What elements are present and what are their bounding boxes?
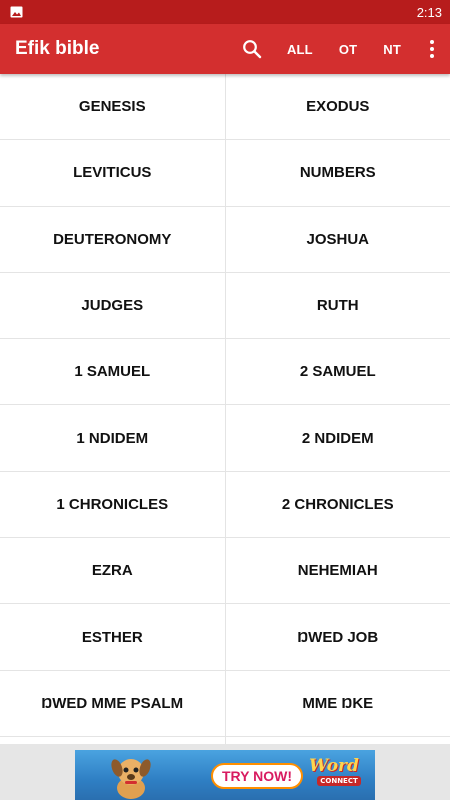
book-row: LEVITICUS NUMBERS: [0, 140, 450, 207]
book-item[interactable]: 1 CHRONICLES: [0, 471, 226, 538]
dog-mascot-icon: [111, 759, 151, 799]
book-item[interactable]: [226, 737, 450, 744]
book-item[interactable]: EXODUS: [226, 74, 450, 139]
search-button[interactable]: [234, 24, 270, 74]
ad-area: TRY NOW! Word CONNECT: [0, 744, 450, 800]
book-item[interactable]: DEUTERONOMY: [0, 206, 226, 272]
app-bar-actions: ALL OT NT: [234, 24, 450, 74]
filter-nt-button[interactable]: NT: [370, 24, 414, 74]
book-row: EZRA NEHEMIAH: [0, 538, 450, 605]
book-item[interactable]: ŊWED JOB: [226, 604, 450, 669]
book-grid: GENESIS EXODUS LEVITICUS NUMBERS DEUTERO…: [0, 74, 450, 744]
book-row: DEUTERONOMY JOSHUA: [0, 206, 450, 273]
search-icon: [243, 40, 262, 59]
book-row: JUDGES RUTH: [0, 272, 450, 340]
book-item[interactable]: MME ŊKE: [226, 671, 450, 736]
image-icon: [10, 6, 23, 18]
more-vert-icon: [430, 39, 434, 60]
status-time: 2:13: [416, 4, 442, 20]
app-bar: Efik bible ALL OT NT: [0, 24, 450, 74]
book-row: ŊWED MME PSALM MME ŊKE: [0, 670, 450, 737]
book-item[interactable]: 1 SAMUEL: [0, 339, 226, 405]
book-row: 1 NDIDEM 2 NDIDEM: [0, 405, 450, 472]
book-row: 1 SAMUEL 2 SAMUEL: [0, 339, 450, 406]
ad-logo: Word CONNECT: [309, 756, 369, 794]
ad-logo-text: Word: [309, 756, 359, 776]
app-title: Efik bible: [15, 38, 100, 59]
book-item[interactable]: NEHEMIAH: [226, 538, 450, 603]
book-item[interactable]: 2 NDIDEM: [226, 405, 450, 470]
ad-try-now-button[interactable]: TRY NOW!: [211, 763, 303, 789]
status-bar: 2:13: [0, 0, 450, 24]
book-row: ESTHER ŊWED JOB: [0, 604, 450, 671]
book-item[interactable]: [0, 736, 226, 744]
ad-logo-sub: CONNECT: [317, 776, 361, 786]
book-item[interactable]: JOSHUA: [226, 207, 450, 272]
filter-all-button[interactable]: ALL: [274, 24, 326, 74]
book-item[interactable]: 1 NDIDEM: [0, 405, 226, 471]
book-item[interactable]: NUMBERS: [226, 140, 450, 205]
book-item[interactable]: LEVITICUS: [0, 140, 226, 206]
book-item[interactable]: RUTH: [226, 273, 450, 338]
book-item[interactable]: 2 SAMUEL: [226, 339, 450, 404]
book-item[interactable]: JUDGES: [0, 272, 226, 339]
book-item[interactable]: ESTHER: [0, 604, 226, 670]
book-item[interactable]: GENESIS: [0, 74, 226, 140]
book-row: [0, 736, 450, 744]
overflow-menu-button[interactable]: [414, 24, 450, 74]
book-item[interactable]: 2 CHRONICLES: [226, 472, 450, 537]
ad-banner[interactable]: TRY NOW! Word CONNECT: [75, 750, 375, 800]
book-row: 1 CHRONICLES 2 CHRONICLES: [0, 471, 450, 539]
book-item[interactable]: EZRA: [0, 538, 226, 604]
filter-ot-button[interactable]: OT: [326, 24, 370, 74]
book-item[interactable]: ŊWED MME PSALM: [0, 670, 226, 736]
book-row: GENESIS EXODUS: [0, 74, 450, 141]
